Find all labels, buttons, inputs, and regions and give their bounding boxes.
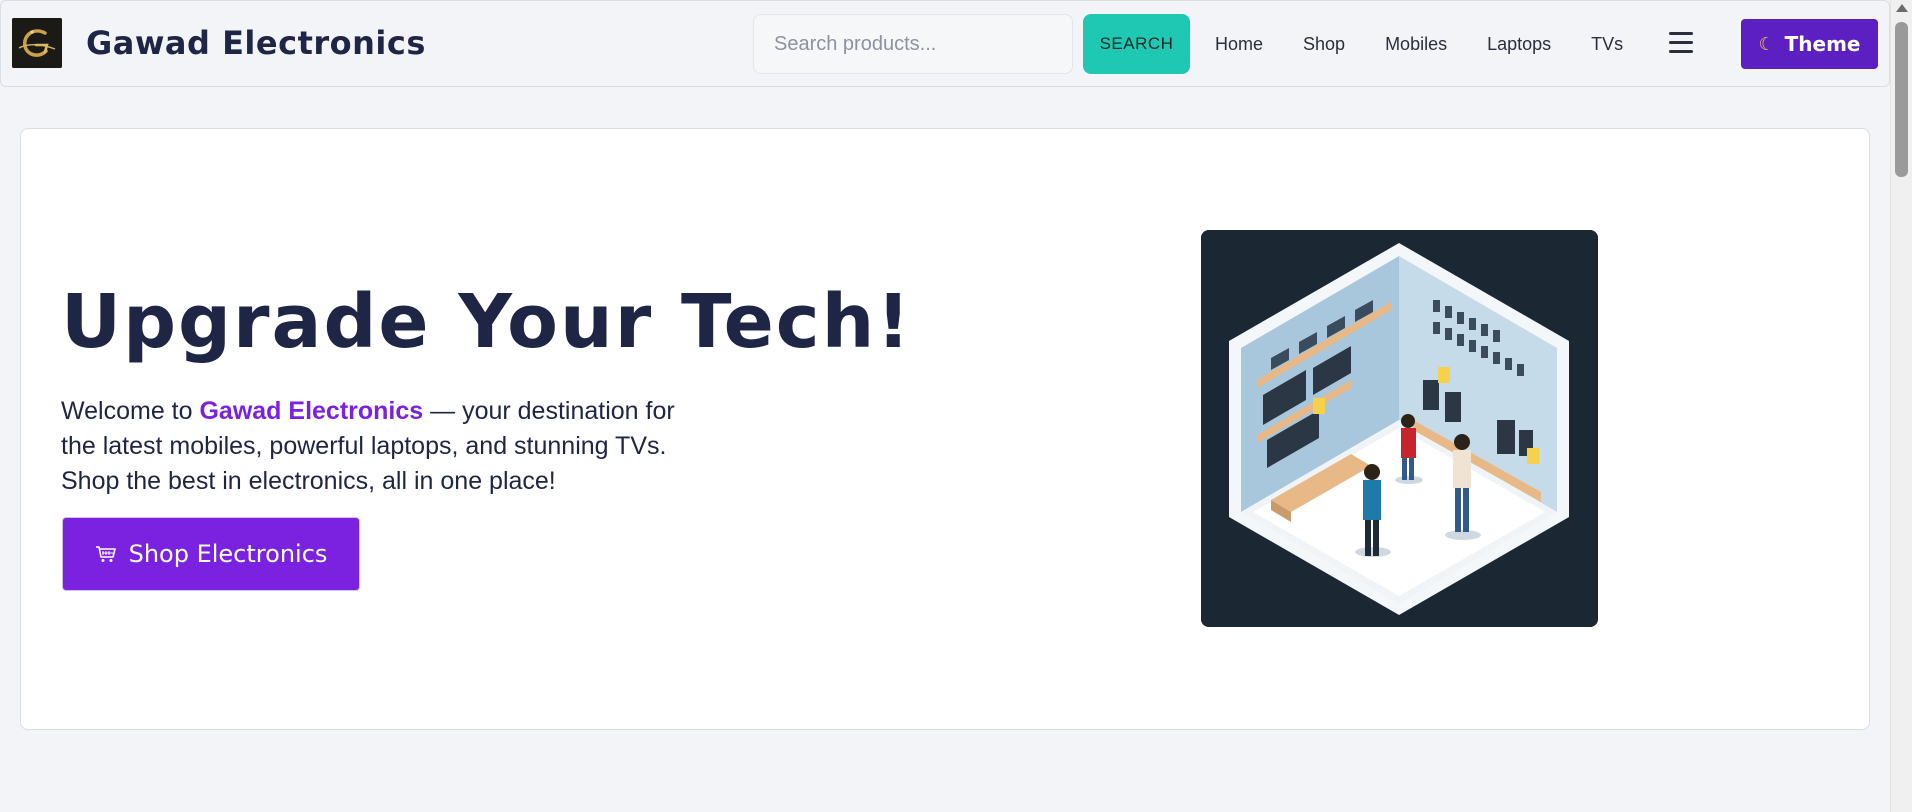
hamburger-menu-icon[interactable] [1669, 32, 1693, 54]
shopping-cart-icon [95, 546, 116, 562]
hero-section: Upgrade Your Tech! Welcome to Gawad Elec… [20, 128, 1870, 730]
hero-brand-highlight: Gawad Electronics [199, 397, 424, 425]
search-button[interactable]: SEARCH [1083, 14, 1190, 74]
theme-button-label: Theme [1784, 32, 1861, 56]
page: Gawad Electronics SEARCH Home Shop Mobil… [0, 0, 1912, 812]
nav-link-home[interactable]: Home [1215, 34, 1263, 55]
hero-text-prefix: Welcome to [61, 397, 200, 425]
shop-electronics-button[interactable]: Shop Electronics [62, 517, 360, 591]
navbar: Gawad Electronics SEARCH Home Shop Mobil… [0, 0, 1890, 87]
theme-toggle-button[interactable]: ☾ Theme [1741, 19, 1878, 69]
brand-logo[interactable] [12, 18, 62, 68]
gold-g-logo-icon [12, 18, 62, 68]
search-input[interactable] [753, 14, 1073, 74]
shop-electronics-label: Shop Electronics [128, 540, 328, 568]
store-illustration-image [1201, 230, 1598, 627]
main-nav: Home Shop Mobiles Laptops TVs [1215, 1, 1663, 88]
moon-icon: ☾ [1758, 33, 1775, 55]
page-scrollbar[interactable] [1890, 0, 1912, 812]
scroll-thumb[interactable] [1895, 22, 1908, 177]
nav-link-tvs[interactable]: TVs [1591, 34, 1623, 55]
nav-link-laptops[interactable]: Laptops [1487, 34, 1551, 55]
brand-name[interactable]: Gawad Electronics [86, 24, 426, 62]
nav-link-mobiles[interactable]: Mobiles [1385, 34, 1447, 55]
scroll-up-arrow-icon[interactable] [1896, 4, 1908, 12]
nav-link-shop[interactable]: Shop [1303, 34, 1345, 55]
hero-description: Welcome to Gawad Electronics — your dest… [61, 394, 701, 499]
hero-title: Upgrade Your Tech! [61, 279, 913, 365]
